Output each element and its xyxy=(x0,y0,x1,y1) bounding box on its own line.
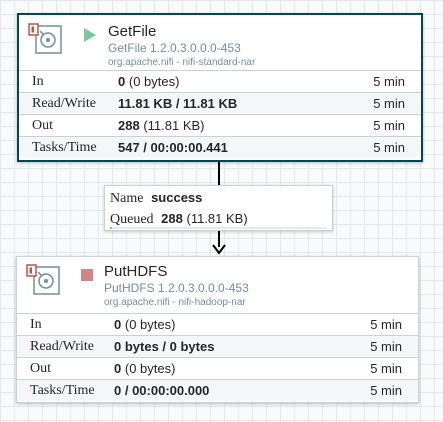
processor-stats: In 0 (0 bytes) 5 min Read/Write 0 bytes … xyxy=(17,313,418,401)
stat-value: 0 (0 bytes) xyxy=(114,317,176,332)
stat-label: Out xyxy=(30,361,51,376)
connection-queued-label: Queued xyxy=(110,212,154,227)
processor-type: PutHDFS 1.2.0.3.0.0.0-453 xyxy=(104,281,249,295)
stat-value: 288 (11.81 KB) xyxy=(118,118,205,133)
processor-bundle: org.apache.nifi - nifi-standard-nar xyxy=(108,57,256,68)
processor-header: GetFile GetFile 1.2.0.3.0.0.0-453 org.ap… xyxy=(19,15,421,71)
processor-name: PutHDFS xyxy=(104,263,168,280)
stat-row-out: Out 288 (11.81 KB) 5 min xyxy=(19,114,421,136)
stat-label: Out xyxy=(32,118,53,133)
stat-window: 5 min xyxy=(373,74,405,89)
processor-stats: In 0 (0 bytes) 5 min Read/Write 11.81 KB… xyxy=(19,70,421,158)
stat-value: 11.81 KB / 11.81 KB xyxy=(118,96,238,111)
stat-label: In xyxy=(30,317,42,332)
stat-value: 0 (0 bytes) xyxy=(118,74,180,89)
stat-value: 0 bytes / 0 bytes xyxy=(114,339,215,354)
arrow-down-icon xyxy=(212,244,226,255)
connection-queued-row: Queued 288 (11.81 KB) xyxy=(110,211,248,228)
processor-bundle: org.apache.nifi - nifi-hadoop-nar xyxy=(104,297,246,308)
stat-row-tasks-time: Tasks/Time 0 / 00:00:00.000 5 min xyxy=(17,379,418,401)
stat-label: Tasks/Time xyxy=(32,140,97,155)
queue-progress-fill xyxy=(110,227,113,229)
stat-label: In xyxy=(32,74,44,89)
connection-name-label: Name xyxy=(110,191,144,206)
stat-window: 5 min xyxy=(370,383,402,398)
stat-row-read-write: Read/Write 11.81 KB / 11.81 KB 5 min xyxy=(19,92,421,114)
stat-label: Tasks/Time xyxy=(30,383,95,398)
stat-window: 5 min xyxy=(373,96,405,111)
processor-icon xyxy=(26,264,60,295)
stat-row-out: Out 0 (0 bytes) 5 min xyxy=(17,357,418,379)
processor-getfile[interactable]: GetFile GetFile 1.2.0.3.0.0.0-453 org.ap… xyxy=(17,13,423,162)
stat-window: 5 min xyxy=(370,361,402,376)
stat-row-read-write: Read/Write 0 bytes / 0 bytes 5 min xyxy=(17,335,418,357)
stat-value: 0 / 00:00:00.000 xyxy=(114,383,210,398)
processor-name: GetFile xyxy=(108,23,157,40)
stat-row-tasks-time: Tasks/Time 547 / 00:00:00.441 5 min xyxy=(19,136,421,158)
connection-name-row: Name success xyxy=(110,190,202,207)
connection-queued-value: 288 (11.81 KB) xyxy=(161,211,248,226)
stat-row-in: In 0 (0 bytes) 5 min xyxy=(19,70,421,92)
stat-label: Read/Write xyxy=(32,96,96,111)
processor-icon xyxy=(28,23,62,54)
stat-window: 5 min xyxy=(373,118,405,133)
processor-puthdfs[interactable]: PutHDFS PutHDFS 1.2.0.3.0.0.0-453 org.ap… xyxy=(16,256,419,403)
connection-label[interactable]: Name success Queued 288 (11.81 KB) xyxy=(104,185,333,231)
processor-header: PutHDFS PutHDFS 1.2.0.3.0.0.0-453 org.ap… xyxy=(17,257,418,313)
connection-line-top[interactable] xyxy=(218,162,220,185)
stop-icon[interactable] xyxy=(81,269,93,281)
stat-value: 547 / 00:00:00.441 xyxy=(118,140,228,155)
processor-type: GetFile 1.2.0.3.0.0.0-453 xyxy=(108,41,241,55)
stat-window: 5 min xyxy=(373,140,405,155)
connection-name-value: success xyxy=(151,190,203,205)
stat-row-in: In 0 (0 bytes) 5 min xyxy=(17,313,418,335)
stat-value: 0 (0 bytes) xyxy=(114,361,176,376)
play-icon[interactable] xyxy=(83,28,97,42)
stat-window: 5 min xyxy=(370,317,402,332)
stat-window: 5 min xyxy=(370,339,402,354)
queue-progress-bar xyxy=(110,227,327,229)
stat-label: Read/Write xyxy=(30,339,94,354)
